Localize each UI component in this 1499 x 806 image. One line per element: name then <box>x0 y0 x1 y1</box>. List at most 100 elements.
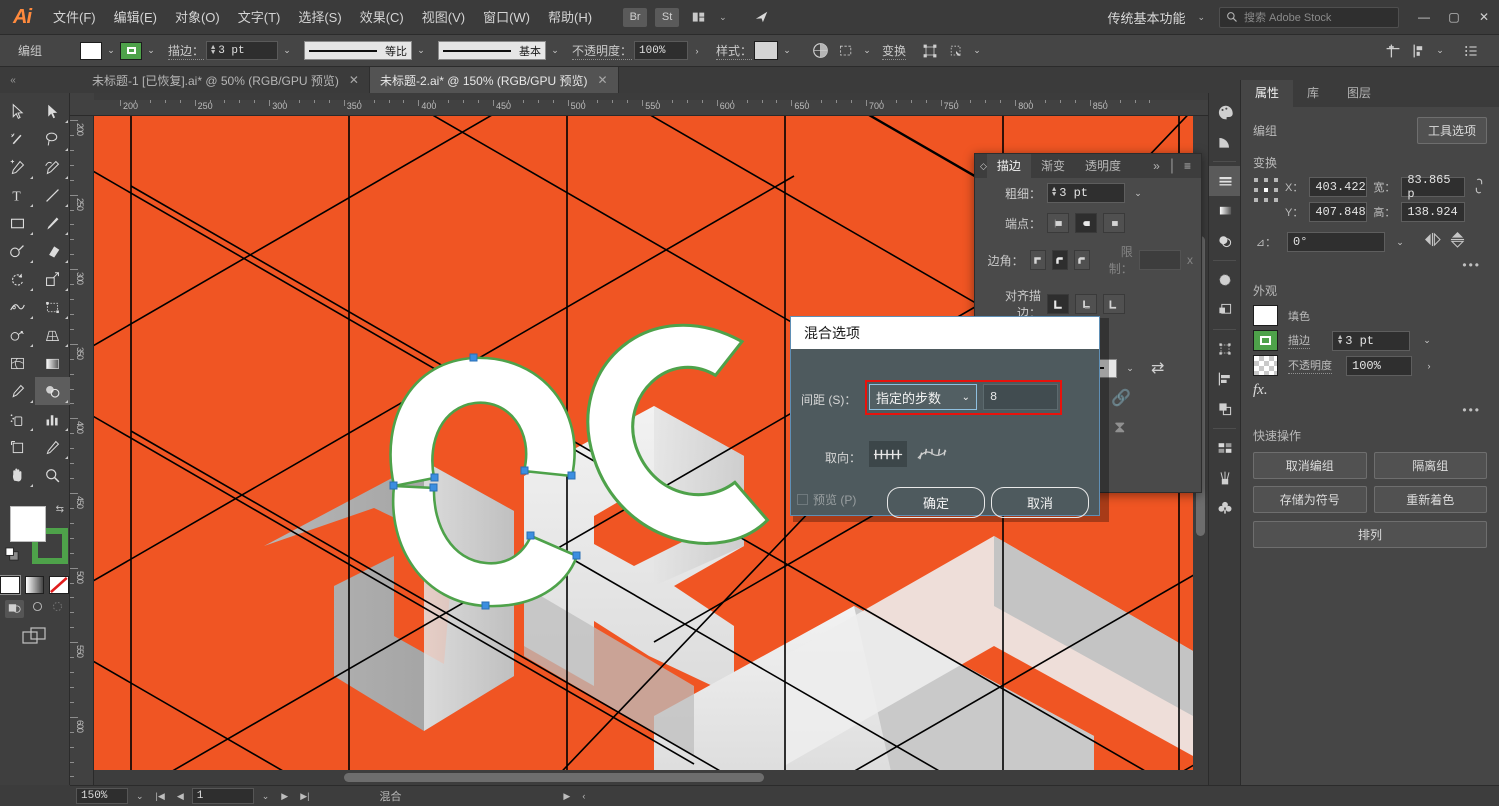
vertical-ruler[interactable]: 200 250 300 350 400 450 500 550 600 <box>70 116 94 785</box>
tab-stroke[interactable]: 描边 <box>986 154 1031 178</box>
symbol-sprayer-tool[interactable] <box>0 405 35 433</box>
transparency-icon[interactable] <box>1209 226 1241 256</box>
rotate-tool[interactable] <box>0 265 35 293</box>
gradient-icon[interactable] <box>1209 196 1241 226</box>
slice-tool[interactable] <box>35 433 70 461</box>
steps-input[interactable]: 8 <box>983 384 1058 410</box>
round-join-icon[interactable] <box>1051 250 1068 270</box>
edit-contents-chevron-icon[interactable]: ⌄ <box>970 42 984 60</box>
paintbrush-tool[interactable] <box>35 209 70 237</box>
stroke-weight-input[interactable]: ▲ ▼ 3 pt <box>1047 183 1125 203</box>
draw-behind-icon[interactable] <box>31 600 44 618</box>
direct-selection-tool[interactable] <box>35 97 70 125</box>
gradient-tool[interactable] <box>35 349 70 377</box>
projecting-cap-icon[interactable] <box>1103 213 1125 233</box>
rotate-input[interactable]: 0° <box>1287 232 1385 252</box>
mesh-tool[interactable] <box>0 349 35 377</box>
distribute-chevron-icon[interactable]: ⌄ <box>1433 42 1447 60</box>
last-artboard-icon[interactable]: ▶| <box>296 791 313 802</box>
fx-icon[interactable]: fx. <box>1253 382 1268 399</box>
ungroup-button[interactable]: 取消编组 <box>1253 452 1367 479</box>
none-mode-swatch[interactable] <box>49 576 70 594</box>
stroke-profile-dropdown[interactable]: 等比 <box>304 41 413 60</box>
transform-icon[interactable] <box>1209 334 1241 364</box>
document-tab-1[interactable]: 未标题-1 [已恢复].ai* @ 50% (RGB/GPU 预览) ✕ <box>82 67 370 93</box>
stepper-icon[interactable]: ▲ ▼ <box>211 44 215 56</box>
window-maximize-button[interactable]: ▢ <box>1439 0 1469 35</box>
rectangle-tool[interactable] <box>0 209 35 237</box>
swap-arrows-icon[interactable]: ⇄ <box>1151 358 1164 378</box>
line-segment-tool[interactable] <box>35 181 70 209</box>
menu-select[interactable]: 选择(S) <box>289 0 350 35</box>
status-collapse-icon[interactable]: ‹ <box>578 791 589 801</box>
color-icon[interactable] <box>1209 97 1241 127</box>
pathfinder-icon[interactable] <box>1209 394 1241 424</box>
stroke-weight-input[interactable]: ▲ ▼ 3 pt <box>206 41 279 60</box>
opacity-input[interactable]: 100% <box>634 41 689 60</box>
status-play-icon[interactable]: ▶ <box>559 791 574 802</box>
window-close-button[interactable]: ✕ <box>1469 0 1499 35</box>
opacity-expand-icon[interactable]: › <box>690 42 704 60</box>
stroke-weight-label[interactable]: 描边： <box>168 42 205 60</box>
menu-effect[interactable]: 效果(C) <box>351 0 413 35</box>
align-icon[interactable] <box>1381 40 1405 62</box>
style-chevron-icon[interactable]: ⌄ <box>780 42 794 60</box>
draw-normal-icon[interactable] <box>5 600 24 618</box>
tab-transparency[interactable]: 透明度 <box>1075 154 1131 178</box>
fill-swatch[interactable] <box>80 41 102 60</box>
flip-vertical-icon[interactable] <box>1450 230 1465 254</box>
symbols-icon[interactable] <box>1209 493 1241 523</box>
stroke-icon[interactable] <box>1209 166 1241 196</box>
scale-tool[interactable] <box>35 265 70 293</box>
x-input[interactable]: 403.422 <box>1309 177 1368 197</box>
graphic-style-swatch[interactable] <box>754 41 779 60</box>
profile-chevron-icon[interactable]: ⌄ <box>414 42 428 60</box>
reference-point-selector[interactable] <box>1253 177 1279 203</box>
collapse-panel-icon[interactable]: « <box>0 67 26 93</box>
fill-color-swatch[interactable] <box>10 506 46 542</box>
save-as-symbol-button[interactable]: 存储为符号 <box>1253 486 1367 513</box>
panel-menu-icon[interactable]: ≡ <box>1174 154 1201 178</box>
height-input[interactable]: 138.924 <box>1401 202 1466 222</box>
preview-checkbox[interactable] <box>797 494 808 505</box>
stroke-swatch[interactable] <box>120 41 142 60</box>
flip-horizontal-icon[interactable] <box>1423 232 1442 252</box>
swap-fill-stroke-icon[interactable]: ⇆ <box>56 504 64 515</box>
align-outside-icon[interactable] <box>1103 294 1125 314</box>
shape-builder-tool[interactable] <box>0 321 35 349</box>
horizontal-ruler[interactable]: 200 250 300 350 400 450 500 550 600 650 700 750 800 8… <box>70 100 1208 116</box>
prev-artboard-icon[interactable]: ◀ <box>173 791 188 802</box>
document-tab-2[interactable]: 未标题-2.ai* @ 150% (RGB/GPU 预览) ✕ <box>369 67 619 93</box>
align-to-path-icon[interactable] <box>913 441 951 467</box>
style-label[interactable]: 样式： <box>716 42 753 60</box>
tab-properties[interactable]: 属性 <box>1241 80 1294 107</box>
workspace-switcher[interactable]: 传统基本功能 <box>1101 8 1191 27</box>
appearance-fill-swatch[interactable] <box>1253 305 1278 326</box>
zoom-level-input[interactable]: 150% <box>76 788 128 804</box>
stroke-weight-chevron-icon[interactable]: ⌄ <box>1131 184 1145 202</box>
rotate-chevron-icon[interactable]: ⌄ <box>1393 233 1407 251</box>
zoom-tool[interactable] <box>35 461 70 489</box>
transform-button[interactable]: 变换 <box>882 42 907 60</box>
menu-type[interactable]: 文字(T) <box>229 0 290 35</box>
artboard-chevron-icon[interactable]: ⌄ <box>258 791 274 802</box>
miter-limit-input[interactable] <box>1138 250 1181 270</box>
magic-wand-tool[interactable] <box>0 125 35 153</box>
y-input[interactable]: 407.848 <box>1309 202 1368 222</box>
appearance-opacity-expand-icon[interactable]: › <box>1422 357 1436 375</box>
window-minimize-button[interactable]: — <box>1409 0 1439 35</box>
arrow-start-chevron-icon[interactable]: ⌄ <box>1123 359 1137 377</box>
document-tab-1-close-icon[interactable]: ✕ <box>349 73 359 87</box>
appearance-icon[interactable] <box>1209 265 1241 295</box>
change-screen-mode-icon[interactable] <box>0 626 69 646</box>
draw-inside-icon[interactable] <box>51 600 64 618</box>
hand-tool[interactable] <box>0 461 35 489</box>
select-similar-chevron-icon[interactable]: ⌄ <box>860 42 874 60</box>
tab-gradient[interactable]: 渐变 <box>1031 154 1075 178</box>
align-inside-icon[interactable] <box>1075 294 1097 314</box>
selection-tool[interactable] <box>0 97 35 125</box>
blend-tool[interactable] <box>35 377 70 405</box>
brushes-icon[interactable] <box>1209 463 1241 493</box>
lasso-tool[interactable] <box>35 125 70 153</box>
zoom-chevron-icon[interactable]: ⌄ <box>132 791 148 802</box>
